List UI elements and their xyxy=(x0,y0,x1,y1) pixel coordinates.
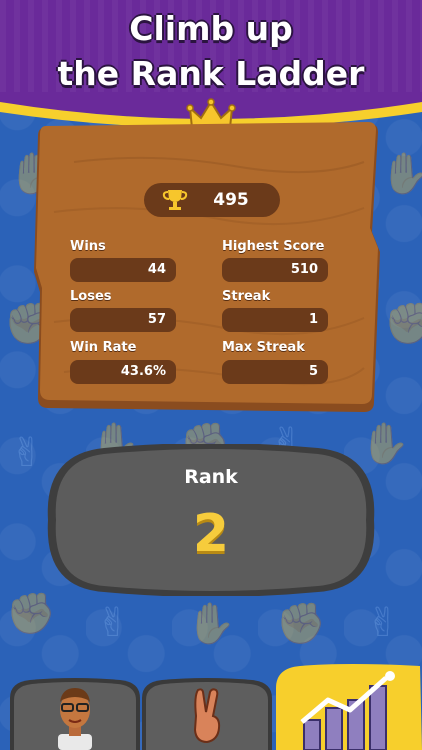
rank-value: 2 xyxy=(192,504,230,564)
highest-score-value: 510 xyxy=(222,258,328,282)
peace-hand-icon xyxy=(193,688,221,744)
trophy-icon xyxy=(162,190,188,210)
loses-value: 57 xyxy=(70,308,176,332)
win-rate-label: Win Rate xyxy=(70,340,137,355)
streak-value: 1 xyxy=(222,308,328,332)
rank-label: Rank xyxy=(184,466,238,488)
max-streak-label: Max Streak xyxy=(222,340,305,355)
hand-pattern-icon: ✌ xyxy=(366,600,400,646)
highest-score-label: Highest Score xyxy=(222,239,325,254)
win-rate-value: 43.6% xyxy=(70,360,176,384)
avatar-icon xyxy=(58,688,92,750)
hand-pattern-icon: ✊ xyxy=(6,591,56,637)
trophy-count-pill: 495 xyxy=(144,183,280,217)
streak-label: Streak xyxy=(222,289,271,304)
loses-label: Loses xyxy=(70,289,112,304)
hand-pattern-icon: ✊ xyxy=(276,601,326,647)
tab-play[interactable] xyxy=(132,674,282,750)
title-line-1: Climb up xyxy=(129,9,293,48)
page-title: Climb up the Rank Ladder xyxy=(0,6,422,96)
max-streak-value: 5 xyxy=(222,360,328,384)
title-line-2: the Rank Ladder xyxy=(57,54,365,93)
chart-icon xyxy=(300,671,395,750)
wins-value: 44 xyxy=(70,258,176,282)
hand-pattern-icon: ✋ xyxy=(186,601,236,647)
hand-pattern-icon: ✌ xyxy=(10,430,44,476)
hand-pattern-icon: ✌ xyxy=(96,600,130,646)
hand-pattern-icon: ✊ xyxy=(384,301,422,347)
tab-leaderboard[interactable] xyxy=(270,664,422,750)
tab-profile[interactable] xyxy=(0,674,150,750)
wins-label: Wins xyxy=(70,239,106,254)
trophy-count: 495 xyxy=(213,190,249,210)
hand-pattern-icon: ✋ xyxy=(380,151,422,197)
